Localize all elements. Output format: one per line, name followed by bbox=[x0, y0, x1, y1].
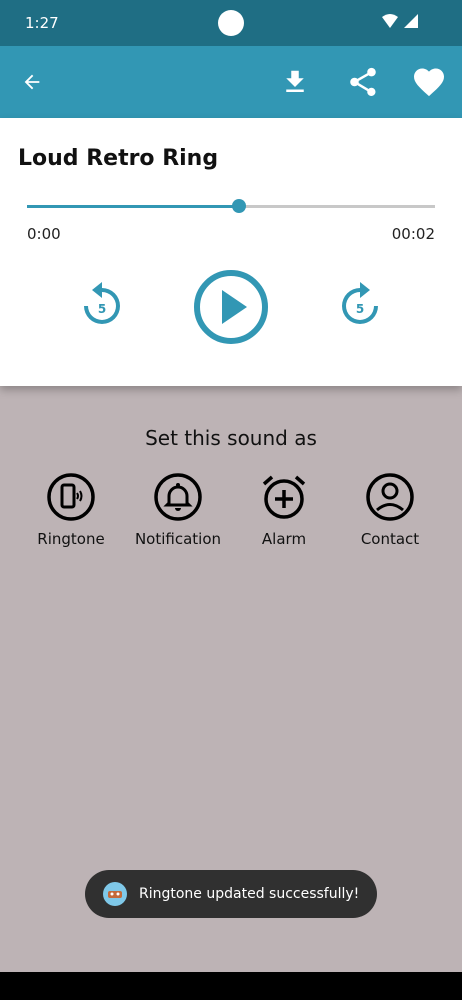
alarm-add-icon bbox=[262, 475, 306, 519]
play-icon bbox=[194, 270, 268, 344]
track-title: Loud Retro Ring bbox=[18, 146, 219, 171]
time-elapsed: 0:00 bbox=[27, 225, 61, 243]
set-ringtone-option[interactable]: Ringtone bbox=[16, 472, 126, 548]
contact-icon bbox=[366, 473, 414, 521]
cell-signal-icon bbox=[404, 14, 418, 28]
set-sound-title: Set this sound as bbox=[145, 426, 317, 450]
back-arrow-icon bbox=[24, 74, 40, 90]
status-time: 1:27 bbox=[25, 14, 59, 32]
set-notification-option[interactable]: Notification bbox=[123, 472, 233, 548]
wifi-icon bbox=[382, 14, 398, 28]
time-total: 00:02 bbox=[391, 225, 435, 243]
download-icon bbox=[286, 70, 304, 92]
forward-seconds: 5 bbox=[356, 302, 364, 316]
status-icons bbox=[382, 14, 418, 28]
option-label-ringtone: Ringtone bbox=[37, 530, 105, 548]
option-label-alarm: Alarm bbox=[261, 530, 307, 548]
forward-5-icon: 5 bbox=[342, 282, 378, 324]
set-contact-option[interactable]: Contact bbox=[335, 472, 445, 548]
seek-bar[interactable] bbox=[27, 199, 435, 213]
back-button[interactable] bbox=[14, 64, 50, 100]
seek-progress bbox=[27, 205, 240, 208]
replay-5-icon: 5 bbox=[84, 282, 120, 324]
toast-message: Ringtone updated successfully! bbox=[85, 870, 377, 918]
app-bar bbox=[0, 46, 462, 118]
option-label-notification: Notification bbox=[134, 530, 222, 548]
download-button[interactable] bbox=[277, 64, 313, 100]
share-button[interactable] bbox=[345, 64, 381, 100]
phone-ring-icon bbox=[47, 473, 95, 521]
seek-thumb[interactable] bbox=[232, 199, 247, 213]
camera-cutout bbox=[218, 10, 244, 36]
set-alarm-option[interactable]: Alarm bbox=[229, 472, 339, 548]
forward-5-button[interactable]: 5 bbox=[336, 280, 384, 328]
bell-icon bbox=[154, 473, 202, 521]
status-bar: 1:27 bbox=[0, 0, 462, 46]
rewind-seconds: 5 bbox=[98, 302, 106, 316]
toast-text: Ringtone updated successfully! bbox=[139, 886, 360, 902]
option-label-contact: Contact bbox=[360, 530, 420, 548]
screen: 1:27 Loud Retro Ring 0:00 00:02 5 5 Set … bbox=[0, 0, 462, 1000]
share-icon bbox=[350, 67, 376, 97]
navigation-bar bbox=[0, 972, 462, 1000]
favorite-button[interactable] bbox=[411, 64, 447, 100]
app-logo-icon bbox=[103, 882, 127, 906]
rewind-5-button[interactable]: 5 bbox=[78, 280, 126, 328]
heart-icon bbox=[414, 68, 444, 97]
play-button[interactable] bbox=[192, 268, 270, 346]
player-card: Loud Retro Ring 0:00 00:02 5 5 bbox=[0, 118, 462, 386]
